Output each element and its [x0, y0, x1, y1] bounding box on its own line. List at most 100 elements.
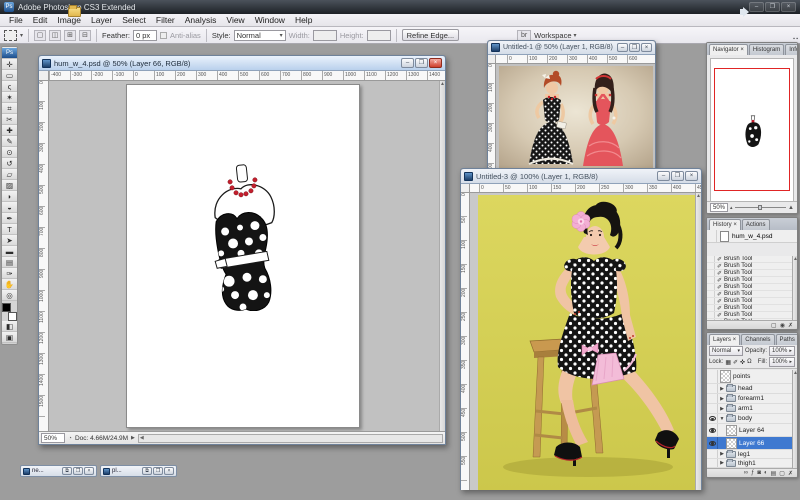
doc3-minimize-button[interactable]: –: [657, 171, 670, 181]
doc1-canvas-page[interactable]: [126, 84, 360, 428]
fill-input[interactable]: 100%▸: [769, 357, 795, 367]
volume-icon[interactable]: [740, 9, 744, 15]
doc3-maximize-button[interactable]: ❐: [671, 171, 684, 181]
tab-layers[interactable]: Layers ×: [709, 334, 740, 345]
new-group-icon[interactable]: ▤: [771, 470, 777, 477]
healing-brush-tool[interactable]: ✚: [2, 125, 17, 136]
crop-tool[interactable]: ⌗: [2, 103, 17, 114]
doc1-maximize-button[interactable]: ❐: [415, 58, 428, 68]
menu-image[interactable]: Image: [52, 15, 86, 25]
type-tool[interactable]: T: [2, 224, 17, 235]
height-input[interactable]: [367, 30, 391, 41]
layer-group-head[interactable]: ▶head: [707, 384, 792, 394]
selection-new-icon[interactable]: ▢: [34, 30, 46, 41]
expand-icon[interactable]: ▶: [718, 406, 726, 412]
layer-row-points[interactable]: points: [707, 370, 792, 384]
expand-icon[interactable]: ▶: [718, 451, 726, 457]
menu-filter[interactable]: Filter: [151, 15, 180, 25]
doc1-status-arrow-icon[interactable]: ▶: [131, 435, 135, 441]
brush-tool[interactable]: ✎: [2, 136, 17, 147]
layer-group-forearm1[interactable]: ▶forearm1: [707, 394, 792, 404]
tool-preset-dropdown-icon[interactable]: ▾: [20, 32, 23, 39]
doc3-close-button[interactable]: ×: [685, 171, 698, 181]
gradient-tool[interactable]: ▨: [2, 180, 17, 191]
lock-position-icon[interactable]: ✜: [740, 359, 745, 366]
clone-stamp-tool[interactable]: ⊙: [2, 147, 17, 158]
zoom-tool[interactable]: ◎: [2, 290, 17, 301]
color-swatches[interactable]: [2, 303, 17, 321]
expand-icon[interactable]: ▶: [718, 396, 726, 402]
collapse-icon[interactable]: ▼: [718, 416, 726, 422]
maximize-button[interactable]: ❐: [73, 467, 83, 475]
doc1-minimize-button[interactable]: –: [401, 58, 414, 68]
doc2-maximize-button[interactable]: ❐: [629, 43, 640, 52]
zoom-out-mountain-icon[interactable]: ▴: [730, 205, 733, 211]
layer-style-icon[interactable]: ƒ: [751, 470, 754, 476]
doc3-titlebar[interactable]: Untitled-3 @ 100% (Layer 1, RGB/8) – ❐ ×: [461, 169, 701, 184]
magic-wand-tool[interactable]: ✶: [2, 92, 17, 103]
path-selection-tool[interactable]: ➤: [2, 235, 17, 246]
blur-tool[interactable]: ◗: [2, 191, 17, 202]
close-button[interactable]: ×: [84, 467, 94, 475]
visibility-toggle[interactable]: [707, 370, 718, 383]
layer-mask-icon[interactable]: ◙: [757, 470, 761, 476]
new-document-from-state-icon[interactable]: ▢: [771, 322, 777, 329]
restore-button[interactable]: ⧉: [62, 467, 72, 475]
expand-icon[interactable]: ▶: [718, 460, 726, 466]
navigator-zoom-slider[interactable]: [735, 207, 787, 208]
maximize-button[interactable]: ❐: [153, 467, 163, 475]
layer-group-thigh1[interactable]: ▶thigh1: [707, 459, 792, 468]
doc1-vertical-scrollbar[interactable]: ▲: [439, 81, 445, 433]
history-scrollbar[interactable]: ▲: [792, 256, 797, 320]
width-input[interactable]: [313, 30, 337, 41]
pen-tool[interactable]: ✒: [2, 213, 17, 224]
doc2-minimize-button[interactable]: –: [617, 43, 628, 52]
minimized-document-2[interactable]: pl... ⧉ ❐ ×: [100, 465, 177, 477]
blend-mode-select[interactable]: Normal▾: [709, 346, 743, 356]
lock-transparency-icon[interactable]: ▦: [725, 359, 731, 366]
layer-row-layer-66-selected[interactable]: Layer 66: [707, 437, 792, 450]
restore-button[interactable]: ⧉: [142, 467, 152, 475]
delete-state-icon[interactable]: ✗: [788, 322, 793, 329]
doc1-zoom-input[interactable]: 50%: [41, 433, 65, 443]
doc3-canvas-area[interactable]: [470, 193, 696, 490]
doc2-close-button[interactable]: ×: [641, 43, 652, 52]
close-button[interactable]: ×: [164, 467, 174, 475]
tab-histogram[interactable]: Histogram: [749, 44, 784, 55]
selection-intersect-icon[interactable]: ⊟: [79, 30, 91, 41]
tab-info[interactable]: Info: [785, 44, 798, 55]
move-tool[interactable]: ✛: [2, 59, 17, 70]
layer-group-body[interactable]: ▼body: [707, 414, 792, 424]
app-titlebar[interactable]: Ps Adobe Photoshop CS3 Extended – ❐ ×: [0, 0, 800, 14]
anti-alias-checkbox[interactable]: [160, 32, 167, 39]
menu-file[interactable]: File: [4, 15, 28, 25]
screen-mode-icon[interactable]: ▣: [2, 332, 17, 343]
menu-window[interactable]: Window: [250, 15, 290, 25]
visibility-toggle[interactable]: [707, 450, 718, 458]
doc2-canvas-area[interactable]: [496, 64, 655, 170]
history-source-checkbox[interactable]: [709, 230, 717, 242]
workspace-button[interactable]: Workspace▾: [534, 31, 576, 40]
quick-mask-icon[interactable]: ◧: [2, 321, 17, 332]
background-color-swatch[interactable]: [8, 312, 17, 321]
slice-tool[interactable]: ✂: [2, 114, 17, 125]
feather-input[interactable]: 0 px: [133, 30, 157, 41]
eraser-tool[interactable]: ▱: [2, 169, 17, 180]
doc1-titlebar[interactable]: hum_w_4.psd @ 50% (Layer 66, RGB/8) – ❐ …: [39, 56, 445, 71]
link-layers-icon[interactable]: ∞: [744, 470, 748, 476]
visibility-toggle[interactable]: [707, 459, 718, 467]
rectangular-marquee-tool[interactable]: ▭: [2, 70, 17, 81]
new-snapshot-icon[interactable]: ◉: [780, 322, 785, 329]
opacity-input[interactable]: 100%▸: [769, 346, 795, 356]
menu-view[interactable]: View: [221, 15, 249, 25]
refine-edge-button[interactable]: Refine Edge...: [402, 29, 460, 41]
layer-group-arm1[interactable]: ▶arm1: [707, 404, 792, 414]
notes-tool[interactable]: ▤: [2, 257, 17, 268]
layer-group-leg1[interactable]: ▶leg1: [707, 450, 792, 459]
visibility-toggle[interactable]: [707, 437, 718, 449]
visibility-toggle[interactable]: [707, 414, 718, 423]
visibility-toggle[interactable]: [707, 394, 718, 403]
tab-paths[interactable]: Paths: [776, 334, 798, 345]
selection-add-icon[interactable]: ◫: [49, 30, 61, 41]
shape-tool[interactable]: ▬: [2, 246, 17, 257]
